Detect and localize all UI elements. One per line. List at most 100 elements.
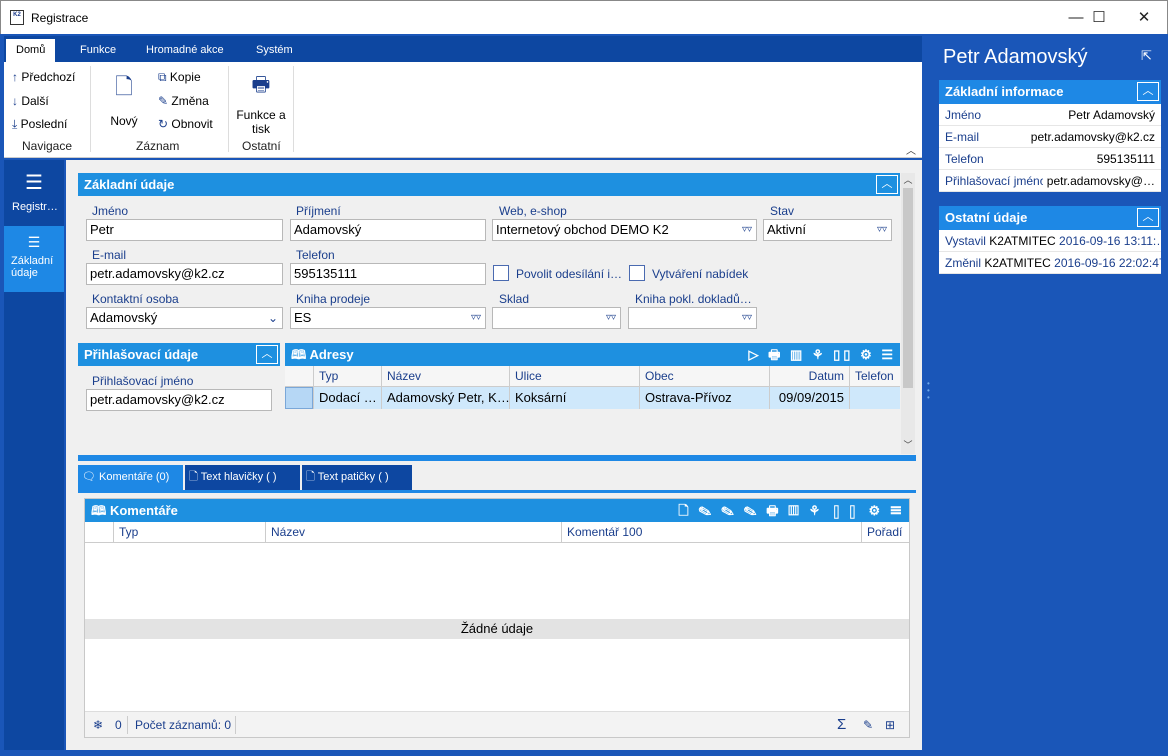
next-label: Další bbox=[21, 94, 49, 108]
login-name-field[interactable]: petr.adamovsky@k2.cz bbox=[86, 389, 272, 411]
popout-icon[interactable]: ⇱ bbox=[1141, 48, 1152, 64]
collapse-icon[interactable]: ︿ bbox=[876, 175, 898, 194]
dropdown-icon: ▿▿ bbox=[470, 312, 481, 323]
empty-message: Žádné údaje bbox=[85, 619, 909, 639]
column-header[interactable]: Obec bbox=[639, 366, 769, 386]
ribbon-collapse-icon[interactable]: ︿ bbox=[906, 142, 916, 157]
first-name-field[interactable]: Petr bbox=[86, 219, 283, 241]
cash-book-select[interactable]: ▿▿ bbox=[628, 307, 757, 329]
column-header[interactable]: Název bbox=[381, 366, 509, 386]
maximize-button[interactable]: ☐ bbox=[1076, 5, 1122, 31]
change-button[interactable]: ✎ Změna bbox=[158, 94, 209, 108]
column-header[interactable]: Datum bbox=[769, 366, 849, 386]
info-key: Změnil bbox=[945, 256, 982, 270]
info-date: 2016-09-16 22:02:47 bbox=[1054, 256, 1161, 270]
last-button[interactable]: ⤓ Poslední bbox=[12, 117, 67, 132]
prev-label: Předchozí bbox=[21, 70, 76, 84]
printer-icon: 🖶 bbox=[251, 74, 271, 96]
row-selector[interactable] bbox=[285, 387, 313, 409]
phone-field[interactable]: 595135111 bbox=[290, 263, 486, 285]
chevron-down-icon: ⌄ bbox=[267, 311, 278, 325]
web-select[interactable]: Internetový obchod DEMO K2 ▿▿ bbox=[492, 219, 757, 241]
tab-functions[interactable]: Funkce bbox=[70, 39, 126, 62]
warehouse-select[interactable]: ▿▿ bbox=[492, 307, 621, 329]
copy-button[interactable]: ⧉ Kopie bbox=[158, 70, 201, 85]
filter-count: 0 bbox=[115, 718, 122, 732]
tab-bulk-actions[interactable]: Hromadné akce bbox=[136, 39, 234, 62]
tab-comments[interactable]: 🗨 Komentáře (0) bbox=[78, 465, 183, 490]
column-header[interactable]: Pořadí bbox=[861, 522, 909, 542]
panel-title: Adresy bbox=[309, 347, 354, 362]
dropdown-icon: ▿▿ bbox=[741, 312, 752, 323]
refresh-label: Obnovit bbox=[171, 117, 213, 131]
column-header[interactable]: Název bbox=[265, 522, 561, 542]
nav-item-basic-data[interactable]: ☰ Základní údaje bbox=[4, 226, 64, 292]
info-value: petr.adamovsky@k2.cz bbox=[1030, 130, 1155, 144]
info-key: Jméno bbox=[945, 108, 982, 122]
addresses-panel: 🕮 Adresy ▷ 🖶 ▥ ⚘ ▯▯ ⚙ ☰ Typ Název Ulice … bbox=[285, 343, 900, 453]
tab-underline bbox=[78, 490, 916, 493]
tab-label: Komentáře (0) bbox=[99, 471, 170, 483]
sales-book-select[interactable]: ES ▿▿ bbox=[290, 307, 486, 329]
arrow-last-icon: ⤓ bbox=[12, 117, 18, 131]
panel-title: Základní údaje bbox=[84, 177, 175, 192]
status-select[interactable]: Aktivní ▿▿ bbox=[763, 219, 892, 241]
new-button[interactable]: 🗋 Nový bbox=[104, 70, 144, 128]
vertical-scrollbar[interactable]: ︿ ﹀ bbox=[901, 173, 915, 454]
splitter[interactable] bbox=[78, 455, 916, 461]
copy-label: Kopie bbox=[169, 70, 201, 84]
create-offers-label: Vytváření nabídek bbox=[652, 267, 749, 281]
contact-select[interactable]: Adamovský ⌄ bbox=[86, 307, 283, 329]
section-header: Ostatní údaje ︿ bbox=[939, 206, 1161, 230]
divider bbox=[293, 66, 294, 152]
grid-toolbar[interactable]: 🗋 ✎ ✎ ✎ 🖶 ▥ ⚘ ▯▯ ⚙ ☰ bbox=[678, 499, 905, 522]
group-other: Ostatní bbox=[242, 139, 281, 153]
scroll-up-icon[interactable]: ︿ bbox=[901, 173, 915, 186]
collapse-icon[interactable]: ︿ bbox=[1137, 82, 1159, 101]
scroll-down-icon[interactable]: ﹀ bbox=[901, 438, 915, 451]
column-header[interactable]: Typ bbox=[313, 366, 381, 386]
nav-label: Registr… bbox=[12, 201, 58, 213]
cell-street: Koksární bbox=[509, 387, 639, 409]
tab-home[interactable]: Domů bbox=[6, 39, 56, 62]
prev-button[interactable]: ↑ Předchozí bbox=[12, 70, 75, 84]
column-header[interactable]: Typ bbox=[113, 522, 265, 542]
cell-phone bbox=[849, 387, 899, 409]
status-label: Stav bbox=[770, 204, 795, 218]
info-date: 2016-09-16 13:11:… bbox=[1059, 234, 1161, 248]
cell-type: Dodací … bbox=[313, 387, 381, 409]
collapse-icon[interactable]: ︿ bbox=[1137, 208, 1159, 227]
refresh-button[interactable]: ↻ Obnovit bbox=[158, 117, 213, 131]
panel-header: Přihlašovací údaje ︿ bbox=[78, 343, 280, 366]
column-header[interactable]: Telefon bbox=[849, 366, 899, 386]
close-button[interactable]: ✕ bbox=[1121, 5, 1167, 31]
add-record-icon[interactable]: ⊞ bbox=[885, 712, 895, 738]
contact-value: Adamovský bbox=[90, 310, 158, 325]
allow-sending-checkbox[interactable] bbox=[493, 265, 509, 281]
scroll-thumb[interactable] bbox=[903, 188, 913, 388]
column-header[interactable]: Komentář 100 bbox=[561, 522, 861, 542]
edit-icon[interactable]: ✎ bbox=[863, 712, 873, 738]
email-field[interactable]: petr.adamovsky@k2.cz bbox=[86, 263, 283, 285]
info-user: K2ATMITEC bbox=[989, 234, 1056, 248]
info-value: 595135111 bbox=[1096, 152, 1155, 166]
nav-item-registr[interactable]: ☰ Registr… bbox=[4, 160, 64, 226]
column-header[interactable]: Ulice bbox=[509, 366, 639, 386]
snowflake-icon[interactable]: ❄ bbox=[93, 712, 103, 738]
tab-footer-text[interactable]: 🗋 Text patičky ( ) bbox=[302, 465, 412, 490]
panel-splitter[interactable]: • • • bbox=[927, 380, 930, 402]
table-row[interactable]: Dodací … Adamovský Petr, K… Koksární Ost… bbox=[285, 387, 900, 409]
print-button[interactable]: 🖶 Funkce a tisk bbox=[234, 70, 288, 136]
web-value: Internetový obchod DEMO K2 bbox=[496, 222, 669, 237]
panel-header: Základní údaje ︿ bbox=[78, 173, 900, 196]
collapse-icon[interactable]: ︿ bbox=[256, 345, 278, 364]
create-offers-checkbox[interactable] bbox=[629, 265, 645, 281]
last-name-field[interactable]: Adamovský bbox=[290, 219, 486, 241]
next-button[interactable]: ↓ Další bbox=[12, 94, 49, 108]
tab-system[interactable]: Systém bbox=[246, 39, 303, 62]
dropdown-icon: ▿▿ bbox=[876, 224, 887, 235]
tab-header-text[interactable]: 🗋 Text hlavičky ( ) bbox=[185, 465, 300, 490]
grid-toolbar[interactable]: ▷ 🖶 ▥ ⚘ ▯▯ ⚙ ☰ bbox=[749, 343, 897, 366]
sum-icon[interactable]: Σ bbox=[837, 712, 846, 738]
section-header: Základní informace ︿ bbox=[939, 80, 1161, 104]
